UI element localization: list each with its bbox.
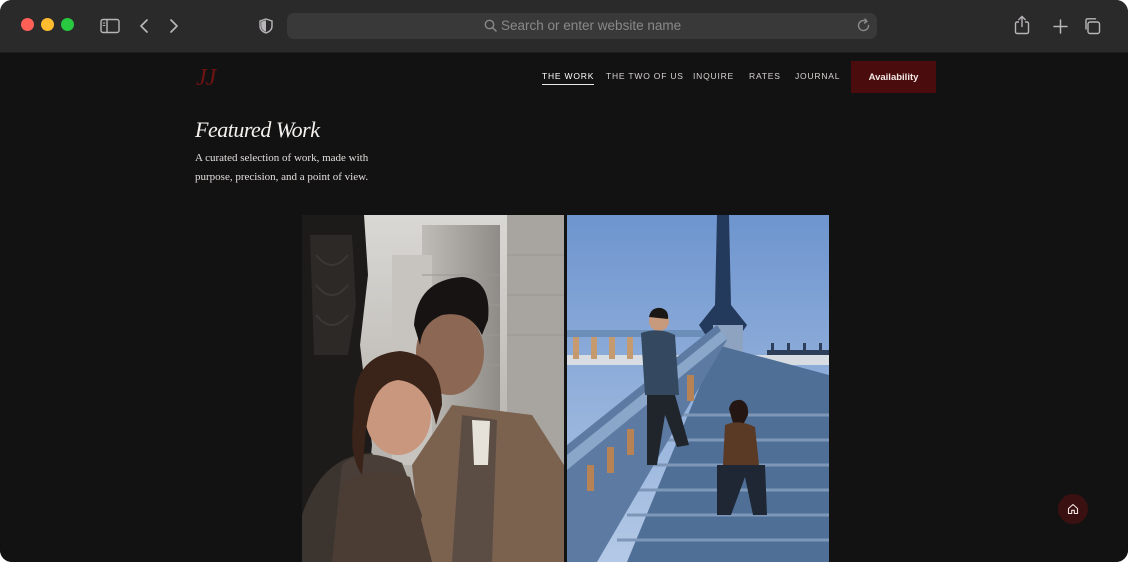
sidebar-icon [100, 18, 120, 34]
new-tab-button[interactable] [1051, 14, 1069, 38]
home-icon [1067, 503, 1079, 515]
tab-overview-button[interactable] [1082, 14, 1102, 38]
page-title: Featured Work [195, 117, 320, 142]
address-bar[interactable]: Search or enter website name [287, 13, 877, 39]
share-icon [1014, 15, 1030, 35]
nav-inquire[interactable]: INQUIRE [693, 71, 734, 81]
nav-the-work[interactable]: THE WORK [542, 71, 595, 85]
browser-window: Search or enter website name JJ THE WORK… [0, 0, 1128, 562]
page-description: A curated selection of work, made with p… [195, 152, 369, 183]
nav-journal[interactable]: JOURNAL [795, 71, 840, 81]
browser-toolbar: Search or enter website name [0, 0, 1128, 53]
address-placeholder: Search or enter website name [501, 18, 682, 33]
main-nav: THE WORK THE TWO OF US INQUIRE RATES JOU… [0, 71, 1128, 91]
forward-button[interactable] [167, 14, 181, 38]
minimize-window-button[interactable] [41, 18, 54, 31]
privacy-report-button[interactable] [258, 14, 274, 38]
availability-button[interactable]: Availability [851, 61, 936, 93]
zoom-window-button[interactable] [61, 18, 74, 31]
forward-chevron-icon [170, 19, 178, 33]
featured-photo-couple-portrait[interactable] [302, 215, 564, 562]
search-icon [484, 19, 497, 32]
home-button[interactable] [1058, 494, 1088, 524]
back-button[interactable] [137, 14, 151, 38]
share-button[interactable] [1013, 13, 1031, 37]
web-page: JJ THE WORK THE TWO OF US INQUIRE RATES … [0, 53, 1128, 562]
close-window-button[interactable] [21, 18, 34, 31]
plus-icon [1052, 18, 1068, 34]
couple-portrait-image [302, 215, 564, 562]
shield-icon [259, 18, 273, 34]
featured-photo-couple-stairs[interactable] [567, 215, 829, 562]
tabs-icon [1085, 18, 1101, 35]
nav-rates[interactable]: RATES [749, 71, 781, 81]
nav-the-two-of-us[interactable]: THE TWO OF US [606, 71, 684, 81]
sidebar-toggle-button[interactable] [99, 14, 121, 38]
back-chevron-icon [140, 19, 148, 33]
couple-stairs-image [567, 215, 829, 562]
reload-icon[interactable] [855, 17, 872, 34]
